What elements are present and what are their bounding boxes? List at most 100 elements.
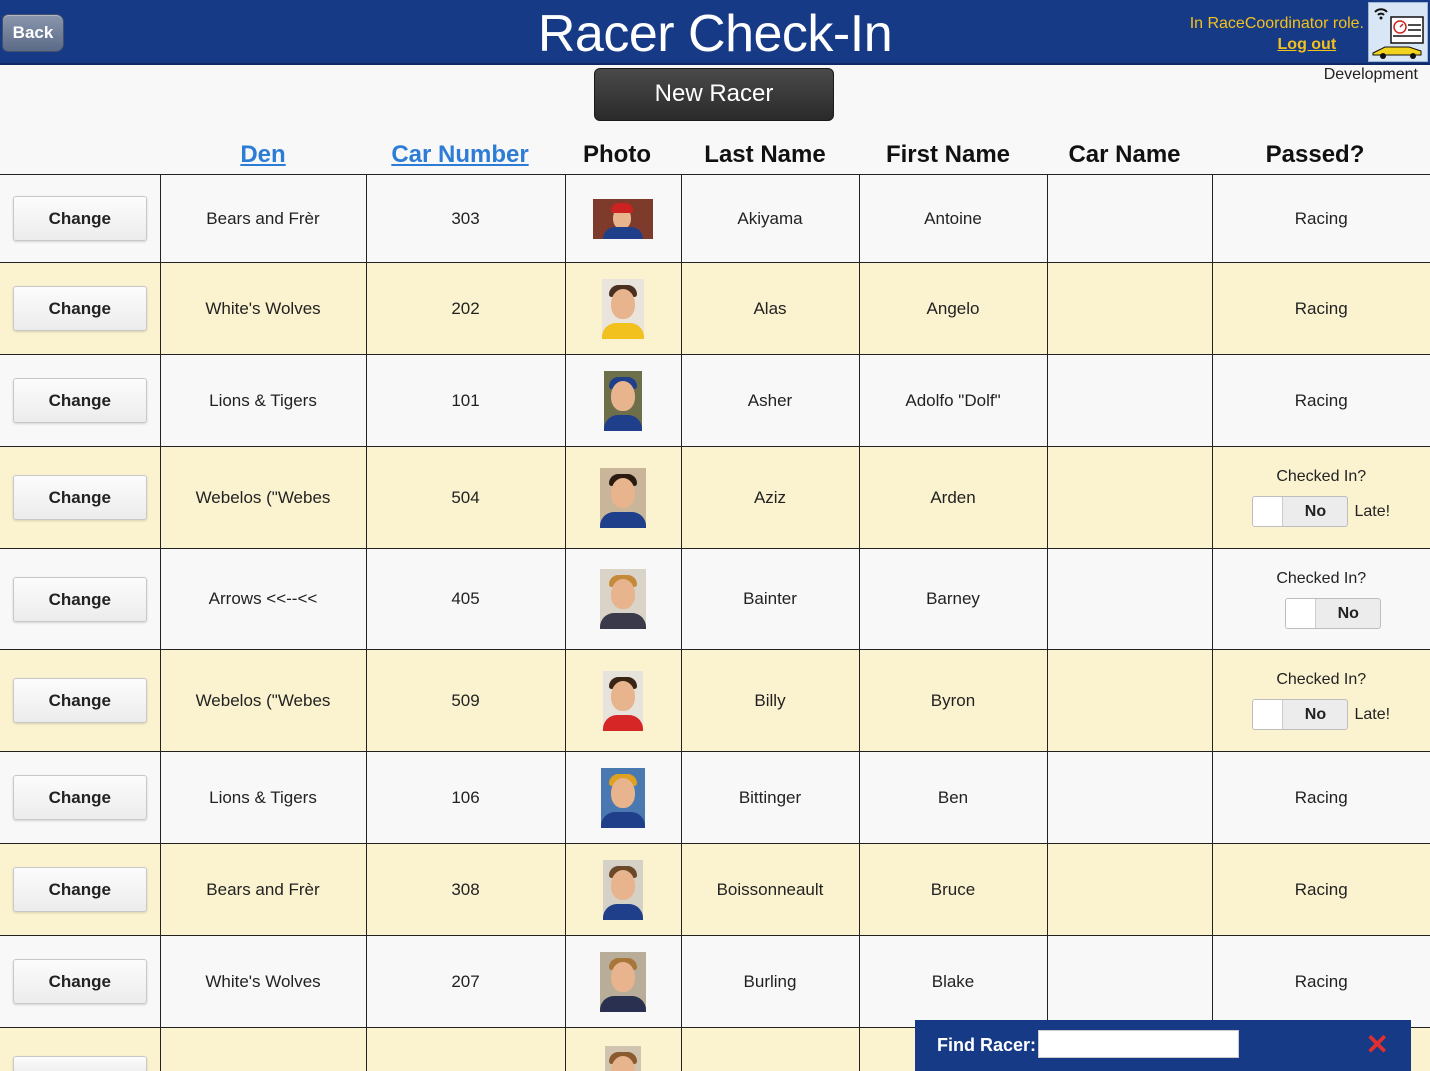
- status-cell: Racing: [1211, 262, 1430, 355]
- table-row: Change Arrows <<--<< 405 Bainter Barney …: [0, 548, 1430, 650]
- den-cell: Lions & Tigers: [159, 354, 367, 447]
- last-name-cell: Burling: [680, 935, 860, 1028]
- den-cell: White's Wolves: [159, 262, 367, 355]
- first-name-cell: Adolfo "Dolf": [858, 354, 1048, 447]
- car-name-cell: [1046, 174, 1213, 263]
- car-name-cell: [1046, 935, 1213, 1028]
- table-row: Change White's Wolves 207 Burling Blake …: [0, 935, 1430, 1028]
- den-cell: Webelos ("Webes: [159, 446, 367, 549]
- late-label: Late!: [1354, 502, 1391, 520]
- column-header-den[interactable]: Den: [160, 141, 366, 171]
- change-button[interactable]: Change: [12, 576, 147, 622]
- first-name-cell: Arden: [858, 446, 1048, 549]
- last-name-cell: Akiyama: [680, 174, 860, 263]
- column-header-photo: Photo: [583, 141, 651, 168]
- checked-in-toggle[interactable]: No: [1285, 597, 1382, 629]
- den-cell: Webelos ("Webes: [159, 649, 367, 752]
- change-button[interactable]: Change: [12, 775, 147, 820]
- last-name-cell: Billy: [680, 649, 860, 752]
- column-header-passed: Passed?: [1265, 141, 1365, 168]
- racer-photo[interactable]: [601, 767, 645, 828]
- den-cell: Bears and Frèr: [159, 174, 367, 263]
- role-info: In RaceCoordinator role. Log out: [1190, 13, 1364, 55]
- status-cell: Checked In? No: [1211, 548, 1430, 650]
- first-name-cell: Blake: [858, 935, 1048, 1028]
- find-racer-bar: Find Racer: ✕: [915, 1020, 1411, 1071]
- new-racer-button[interactable]: New Racer: [594, 68, 834, 121]
- den-cell: Arrows <<--<<: [159, 548, 367, 650]
- change-button[interactable]: [12, 1056, 147, 1071]
- car-number-cell: 303: [365, 174, 566, 263]
- table-row: Change Webelos ("Webes 509 Billy Byron C…: [0, 649, 1430, 752]
- environment-label: Development: [1323, 66, 1418, 83]
- car-number-cell: 202: [365, 262, 566, 355]
- table-row: Change Bears and Frèr 303 Akiyama Antoin…: [0, 174, 1430, 263]
- racer-photo[interactable]: [604, 370, 642, 431]
- column-header-last-name: Last Name: [704, 141, 826, 168]
- car-name-cell: [1046, 548, 1213, 650]
- checked-in-label: Checked In?: [1276, 569, 1367, 587]
- racer-photo[interactable]: [600, 569, 646, 629]
- racer-photo[interactable]: [600, 467, 646, 528]
- checked-in-toggle[interactable]: No: [1252, 496, 1349, 527]
- racer-table: Change Bears and Frèr 303 Akiyama Antoin…: [0, 174, 1430, 1071]
- first-name-cell: Barney: [858, 548, 1048, 650]
- last-name-cell: Bainter: [680, 548, 860, 650]
- find-racer-label: Find Racer:: [937, 1035, 1037, 1055]
- last-name-cell: Boissonneault: [680, 843, 860, 936]
- change-button[interactable]: Change: [12, 286, 147, 331]
- checked-in-label: Checked In?: [1276, 671, 1367, 688]
- den-cell: Bears and Frèr: [159, 843, 367, 936]
- checked-in-toggle[interactable]: No: [1252, 699, 1349, 730]
- change-button[interactable]: Change: [12, 959, 147, 1004]
- role-text: In RaceCoordinator role.: [1189, 15, 1364, 32]
- toggle-label: No: [1304, 706, 1327, 723]
- racer-photo[interactable]: [603, 859, 643, 920]
- status-cell: Racing: [1211, 354, 1430, 447]
- racer-photo[interactable]: [602, 278, 644, 339]
- column-header-car-name: Car Name: [1068, 141, 1181, 168]
- first-name-cell: Bruce: [858, 843, 1048, 936]
- racer-photo[interactable]: [605, 1046, 641, 1071]
- car-number-cell: 106: [365, 751, 566, 844]
- racer-photo[interactable]: [593, 198, 653, 239]
- status-cell: Checked In? No Late!: [1211, 649, 1430, 752]
- last-name-cell: Bittinger: [680, 751, 860, 844]
- car-name-cell: [1046, 751, 1213, 844]
- find-racer-input[interactable]: [1038, 1030, 1239, 1058]
- car-name-cell: [1046, 446, 1213, 549]
- racer-photo[interactable]: [603, 670, 643, 731]
- late-label: Late!: [1354, 705, 1391, 723]
- den-cell: Lions & Tigers: [159, 751, 367, 844]
- table-row: Change Lions & Tigers 101 Asher Adolfo "…: [0, 354, 1430, 447]
- table-row: Change Webelos ("Webes 504 Aziz Arden Ch…: [0, 446, 1430, 549]
- car-number-cell: 308: [365, 843, 566, 936]
- last-name-cell: Aziz: [680, 446, 860, 549]
- change-button[interactable]: Change: [12, 475, 147, 520]
- table-row: Change White's Wolves 202 Alas Angelo Ra…: [0, 262, 1430, 355]
- toggle-label: No: [1337, 604, 1359, 622]
- status-cell: Checked In? No Late!: [1211, 446, 1430, 549]
- change-button[interactable]: Change: [12, 678, 147, 723]
- last-name-cell: Alas: [680, 262, 860, 355]
- close-icon[interactable]: ✕: [1366, 1030, 1389, 1060]
- status-cell: Racing: [1211, 843, 1430, 936]
- first-name-cell: Antoine: [858, 174, 1048, 263]
- car-number-cell: 207: [365, 935, 566, 1028]
- status-cell: Racing: [1211, 935, 1430, 1028]
- column-header-car-number[interactable]: Car Number: [366, 141, 554, 171]
- checked-in-label: Checked In?: [1276, 468, 1367, 485]
- change-button[interactable]: Change: [12, 867, 147, 912]
- car-number-cell: 509: [365, 649, 566, 752]
- logout-link[interactable]: Log out: [1190, 34, 1364, 55]
- change-button[interactable]: Change: [12, 196, 147, 241]
- column-header-first-name: First Name: [885, 141, 1011, 168]
- header-bar: Back Racer Check-In In RaceCoordinator r…: [0, 0, 1430, 65]
- toggle-label: No: [1304, 503, 1327, 520]
- first-name-cell: Ben: [858, 751, 1048, 844]
- table-row: Change Bears and Frèr 308 Boissonneault …: [0, 843, 1430, 936]
- first-name-cell: Angelo: [858, 262, 1048, 355]
- racer-photo[interactable]: [600, 951, 646, 1012]
- change-button[interactable]: Change: [12, 378, 147, 423]
- car-name-cell: [1046, 262, 1213, 355]
